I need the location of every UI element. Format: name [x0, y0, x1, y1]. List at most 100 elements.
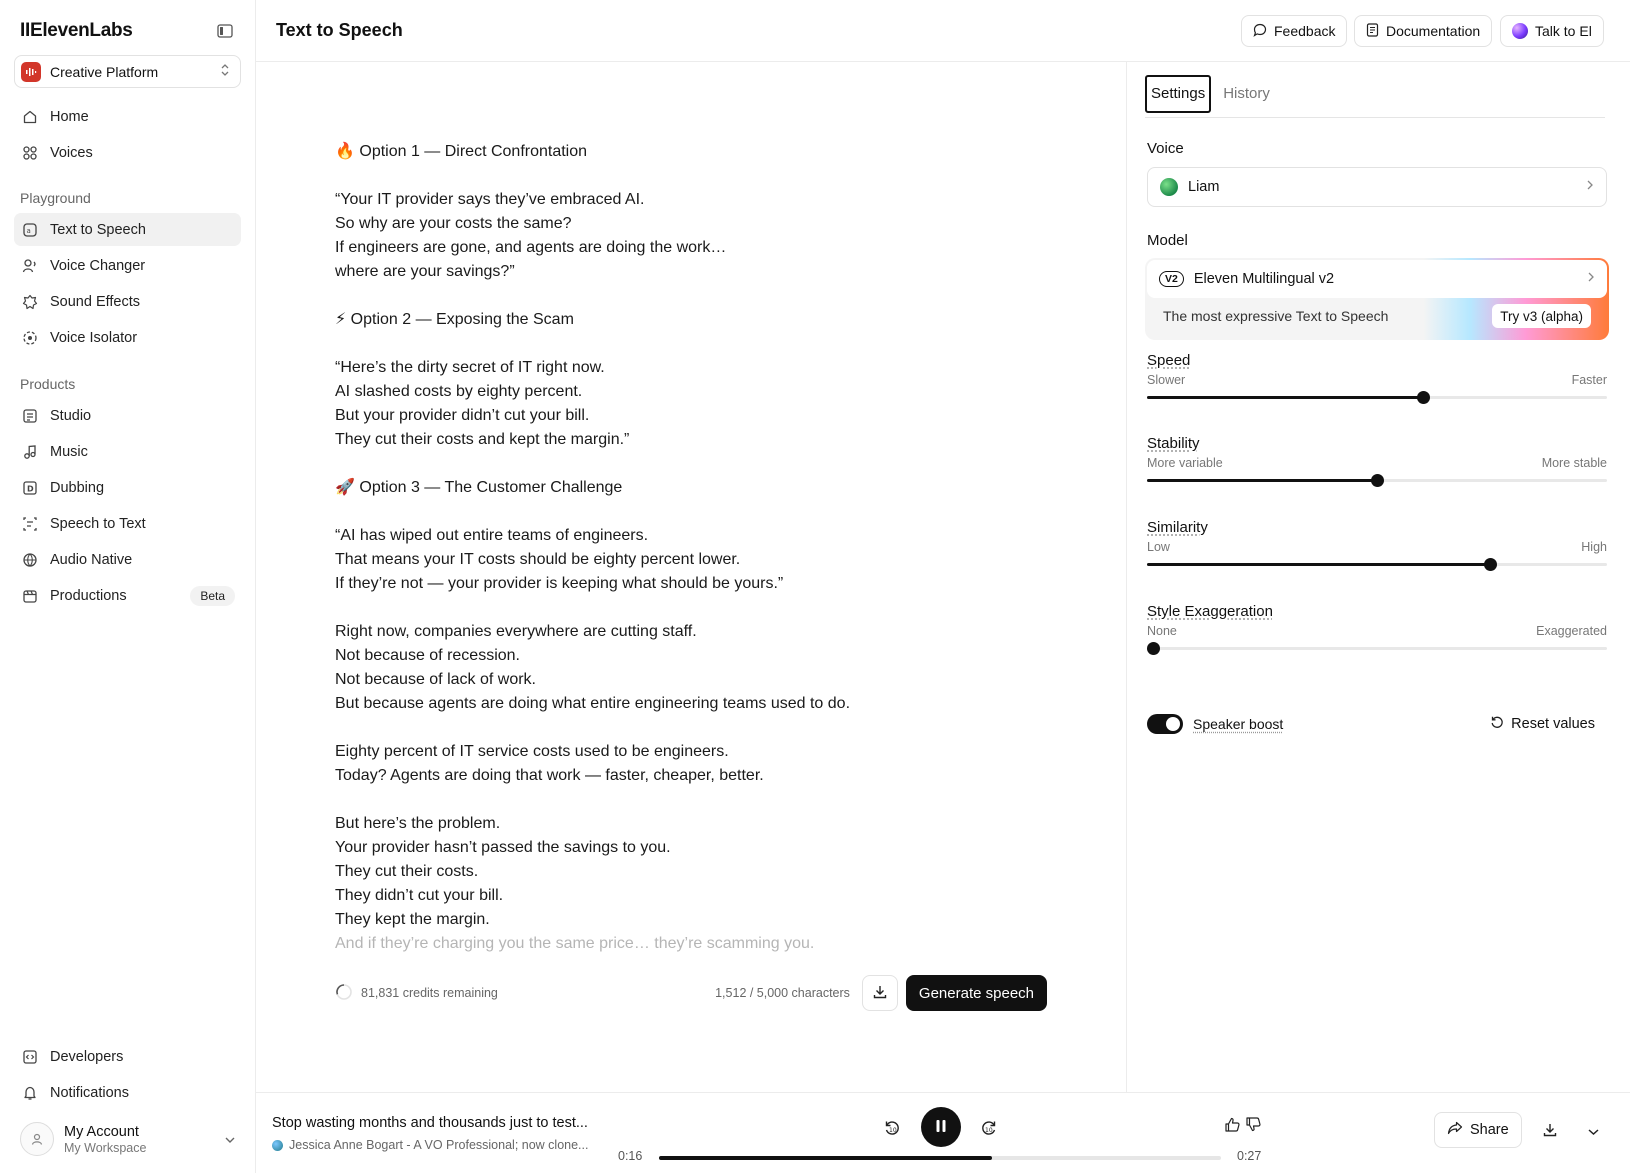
slider-fill — [1147, 563, 1490, 566]
editor-paragraph: Eighty percent of IT service costs used … — [335, 743, 764, 784]
reset-values-label: Reset values — [1511, 716, 1595, 732]
player-download-button[interactable] — [1538, 1119, 1562, 1143]
generate-speech-button[interactable]: Generate speech — [905, 975, 1047, 1011]
sidebar-item-studio[interactable]: Studio — [14, 399, 241, 432]
model-promo-text: The most expressive Text to Speech — [1163, 308, 1389, 324]
track-voice: Jessica Anne Bogart - A VO Professional;… — [289, 1138, 589, 1152]
sidebar-item-label: Productions — [50, 587, 127, 604]
speed-slider[interactable] — [1147, 391, 1607, 404]
sidebar-item-label: Voice Isolator — [50, 329, 138, 346]
sidebar-item-voices[interactable]: Voices — [14, 136, 241, 169]
documentation-button[interactable]: Documentation — [1354, 15, 1493, 47]
editor-paragraph: “Your IT provider says they’ve embraced … — [335, 191, 727, 280]
speech-to-text-icon — [20, 514, 40, 534]
sidebar-item-productions[interactable]: Productions Beta — [14, 579, 241, 612]
speed-slider-group: Speed Slower Faster — [1147, 352, 1607, 404]
sidebar-item-developers[interactable]: Developers — [14, 1040, 241, 1073]
slider-ends: None Exaggerated — [1147, 624, 1607, 638]
nav-playground: Playground a Text to Speech Voice Change… — [14, 183, 241, 357]
reset-values-button[interactable]: Reset values — [1490, 715, 1595, 733]
rewind-10-button[interactable]: 10 — [881, 1118, 903, 1140]
products-section-label: Products — [20, 376, 76, 392]
slider-thumb[interactable] — [1483, 558, 1497, 571]
reset-icon — [1490, 715, 1504, 733]
nav-top: Home Voices — [14, 100, 241, 172]
slider-thumb[interactable] — [1417, 391, 1430, 404]
download-button[interactable] — [861, 975, 898, 1011]
sidebar-item-voice-changer[interactable]: Voice Changer — [14, 249, 241, 282]
try-v3-button[interactable]: Try v3 (alpha) — [1492, 304, 1591, 328]
slider-high-label: High — [1581, 540, 1607, 554]
thumbs-down-icon — [1245, 1116, 1262, 1136]
svg-text:10: 10 — [985, 1127, 993, 1134]
sidebar-item-sound-effects[interactable]: Sound Effects — [14, 285, 241, 318]
pause-button[interactable] — [921, 1107, 961, 1147]
thumbs-down-button[interactable] — [1242, 1115, 1264, 1137]
documentation-label: Documentation — [1386, 23, 1481, 39]
model-version-badge: V2 — [1159, 271, 1184, 287]
voice-avatar-icon — [1160, 178, 1178, 196]
sidebar-item-label: Text to Speech — [50, 221, 146, 238]
slider-title: Stability — [1147, 435, 1200, 452]
editor-faded-line: And if they’re charging you the same pri… — [335, 935, 815, 952]
platform-label: Creative Platform — [50, 63, 159, 80]
sidebar-item-audio-native[interactable]: Audio Native — [14, 543, 241, 576]
talk-to-el-label: Talk to El — [1535, 23, 1592, 39]
collapse-player-button[interactable] — [1581, 1119, 1605, 1143]
editor-paragraph: 🔥 Option 1 — Direct Confrontation — [335, 143, 588, 160]
editor-paragraph: “Here’s the dirty secret of IT right now… — [335, 359, 630, 448]
credits-ring-icon — [335, 983, 353, 1004]
music-icon — [20, 442, 40, 462]
slider-high-label: Exaggerated — [1536, 624, 1607, 638]
talk-to-el-button[interactable]: Talk to El — [1500, 15, 1604, 47]
sidebar-item-speech-to-text[interactable]: Speech to Text — [14, 507, 241, 540]
nav-products: Products Studio Music D Dubbing Speech t… — [14, 369, 241, 615]
thumbs-up-button[interactable] — [1221, 1115, 1243, 1137]
current-time: 0:16 — [618, 1149, 643, 1163]
account-text: My Account My Workspace — [64, 1124, 224, 1155]
slider-thumb[interactable] — [1147, 642, 1160, 655]
platform-selector[interactable]: Creative Platform — [14, 55, 241, 88]
tab-history[interactable]: History — [1219, 75, 1274, 113]
speaker-boost-toggle[interactable] — [1147, 714, 1183, 734]
sidebar-item-music[interactable]: Music — [14, 435, 241, 468]
voice-avatar-icon — [272, 1139, 283, 1151]
stability-slider[interactable] — [1147, 474, 1607, 487]
sidebar-item-label: Studio — [50, 407, 92, 424]
slider-low-label: Slower — [1147, 373, 1186, 387]
sidebar-item-label: Speech to Text — [50, 515, 146, 532]
sidebar-item-notifications[interactable]: Notifications — [14, 1076, 241, 1109]
pause-icon — [935, 1119, 947, 1136]
bell-icon — [20, 1083, 40, 1103]
sidebar-item-dubbing[interactable]: D Dubbing — [14, 471, 241, 504]
sidebar-item-label: Dubbing — [50, 479, 105, 496]
collapse-sidebar-icon[interactable] — [214, 20, 236, 42]
share-button[interactable]: Share — [1434, 1112, 1522, 1148]
text-editor[interactable]: 🔥 Option 1 — Direct Confrontation “Your … — [335, 140, 1055, 955]
elevenlabs-logo[interactable]: IIElevenLabs — [20, 20, 133, 42]
account-menu[interactable]: My Account My Workspace — [20, 1120, 236, 1158]
thumbs-up-icon — [1224, 1116, 1241, 1136]
feedback-label: Feedback — [1274, 23, 1336, 39]
slider-ends: Low High — [1147, 540, 1607, 554]
nav-bottom: Developers Notifications — [14, 1040, 241, 1112]
feedback-button[interactable]: Feedback — [1241, 15, 1348, 47]
tab-settings[interactable]: Settings — [1145, 74, 1212, 113]
sidebar-item-voice-isolator[interactable]: Voice Isolator — [14, 321, 241, 354]
sidebar-item-text-to-speech[interactable]: a Text to Speech — [14, 213, 241, 246]
credits-indicator: 81,831 credits remaining — [335, 983, 498, 1004]
sidebar-item-label: Sound Effects — [50, 293, 141, 310]
slider-thumb[interactable] — [1371, 474, 1384, 487]
forward-10-button[interactable]: 10 — [978, 1118, 1000, 1140]
sidebar-item-home[interactable]: Home — [14, 100, 241, 133]
account-name: My Account — [64, 1123, 139, 1140]
chevron-right-icon — [1587, 271, 1595, 287]
model-selector[interactable]: V2 Eleven Multilingual v2 — [1147, 260, 1607, 298]
similarity-slider[interactable] — [1147, 558, 1607, 571]
style-exaggeration-slider[interactable] — [1147, 642, 1607, 655]
playback-progress-bar[interactable] — [659, 1156, 1221, 1160]
settings-panel: Settings History Voice Liam Model V2 Ele… — [1126, 62, 1630, 1092]
voice-selector[interactable]: Liam — [1147, 167, 1607, 207]
text-to-speech-icon: a — [20, 220, 40, 240]
logo-row: IIElevenLabs — [20, 18, 236, 44]
